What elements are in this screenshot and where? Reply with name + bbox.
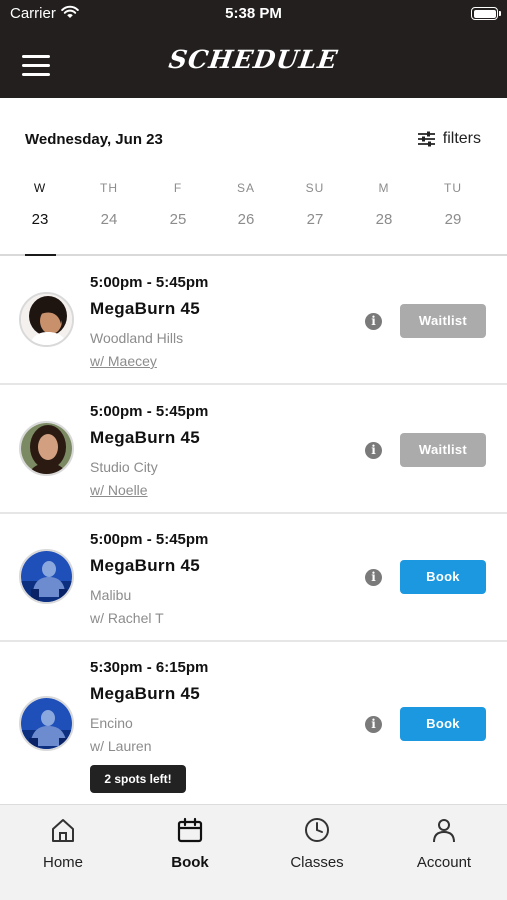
tab-book[interactable]: Book [127, 805, 253, 900]
info-icon[interactable]: i [365, 569, 382, 586]
day-of-week: SU [305, 181, 325, 195]
page-title: SCHEDULE [167, 45, 340, 74]
person-icon [433, 819, 455, 843]
selected-date-label: Wednesday, Jun 23 [25, 131, 163, 148]
home-icon [52, 819, 74, 842]
book-button[interactable]: Book [400, 707, 486, 741]
class-row[interactable]: 5:00pm - 5:45pm MegaBurn 45 Malibu w/ Ra… [0, 514, 507, 642]
calendar-icon [177, 817, 203, 843]
class-name: MegaBurn 45 [90, 684, 201, 703]
tab-label: Home [42, 854, 83, 871]
status-bar: Carrier 5:38 PM [0, 0, 507, 30]
day-sat-26[interactable]: SA 26 [212, 178, 280, 256]
class-row[interactable]: 5:00pm - 5:45pm MegaBurn 45 Studio City … [0, 385, 507, 514]
tab-classes[interactable]: Classes [254, 805, 380, 900]
tab-home[interactable]: Home [0, 805, 126, 900]
spots-left-badge: 2 spots left! [90, 765, 186, 793]
waitlist-button[interactable]: Waitlist [400, 433, 486, 467]
day-of-week: TH [100, 181, 118, 195]
day-of-week: TU [444, 181, 462, 195]
app-header: Carrier 5:38 PM SCHEDULE [0, 0, 507, 98]
day-fri-25[interactable]: F 25 [144, 178, 212, 256]
class-time: 5:00pm - 5:45pm [90, 403, 209, 420]
instructor-link[interactable]: w/ Noelle [90, 482, 148, 498]
class-name: MegaBurn 45 [90, 556, 201, 575]
day-wed-23[interactable]: W 23 [6, 178, 74, 258]
instructor-avatar [19, 549, 74, 604]
info-icon[interactable]: i [365, 313, 382, 330]
battery-icon [471, 7, 501, 20]
day-of-week: W [33, 181, 47, 195]
tab-account[interactable]: Account [381, 805, 507, 900]
sliders-icon [417, 131, 435, 147]
date-selector: Wednesday, Jun 23 filters W 23 TH 24 F 2… [0, 98, 507, 258]
instructor-name: w/ Rachel T [90, 610, 164, 626]
day-number: 29 [444, 211, 462, 228]
day-thu-24[interactable]: TH 24 [75, 178, 143, 256]
day-number: 23 [31, 211, 49, 228]
day-of-week: SA [236, 181, 255, 195]
filters-label: filters [442, 130, 481, 147]
book-button[interactable]: Book [400, 560, 486, 594]
tab-label: Classes [290, 854, 344, 871]
day-sun-27[interactable]: SU 27 [281, 178, 349, 256]
waitlist-button[interactable]: Waitlist [400, 304, 486, 338]
class-time: 5:00pm - 5:45pm [90, 531, 209, 548]
info-icon[interactable]: i [365, 716, 382, 733]
class-location: Malibu [90, 587, 132, 603]
day-of-week: F [173, 181, 183, 195]
class-row[interactable]: 5:30pm - 6:15pm MegaBurn 45 Encino w/ La… [0, 642, 507, 804]
class-location: Encino [90, 715, 133, 731]
class-name: MegaBurn 45 [90, 299, 201, 318]
day-tue-29[interactable]: TU 29 [419, 178, 487, 256]
instructor-link[interactable]: w/ Maecey [90, 353, 157, 369]
clock-icon [305, 818, 329, 842]
day-number: 26 [237, 211, 255, 228]
class-location: Woodland Hills [90, 330, 184, 346]
class-time: 5:30pm - 6:15pm [90, 659, 209, 676]
instructor-name: w/ Lauren [90, 738, 152, 754]
day-of-week: M [378, 181, 390, 195]
tab-label: Account [416, 854, 472, 871]
day-number: 28 [375, 211, 393, 228]
class-name: MegaBurn 45 [90, 428, 201, 447]
day-number: 27 [306, 211, 324, 228]
bottom-tab-bar: Home Book Classes Account [0, 804, 507, 900]
info-icon[interactable]: i [365, 442, 382, 459]
day-mon-28[interactable]: M 28 [350, 178, 418, 256]
class-row[interactable]: 5:00pm - 5:45pm MegaBurn 45 Woodland Hil… [0, 256, 507, 385]
day-number: 25 [169, 211, 187, 228]
instructor-avatar [19, 292, 74, 347]
tab-label: Book [171, 854, 209, 871]
filters-button[interactable]: filters [417, 130, 481, 148]
day-picker: W 23 TH 24 F 25 SA 26 SU 27 M 28 TU 29 [6, 178, 501, 258]
class-location: Studio City [90, 459, 158, 475]
status-time: 5:38 PM [225, 5, 282, 22]
class-time: 5:00pm - 5:45pm [90, 274, 209, 291]
instructor-avatar [19, 421, 74, 476]
day-number: 24 [100, 211, 118, 228]
instructor-avatar [19, 696, 74, 751]
